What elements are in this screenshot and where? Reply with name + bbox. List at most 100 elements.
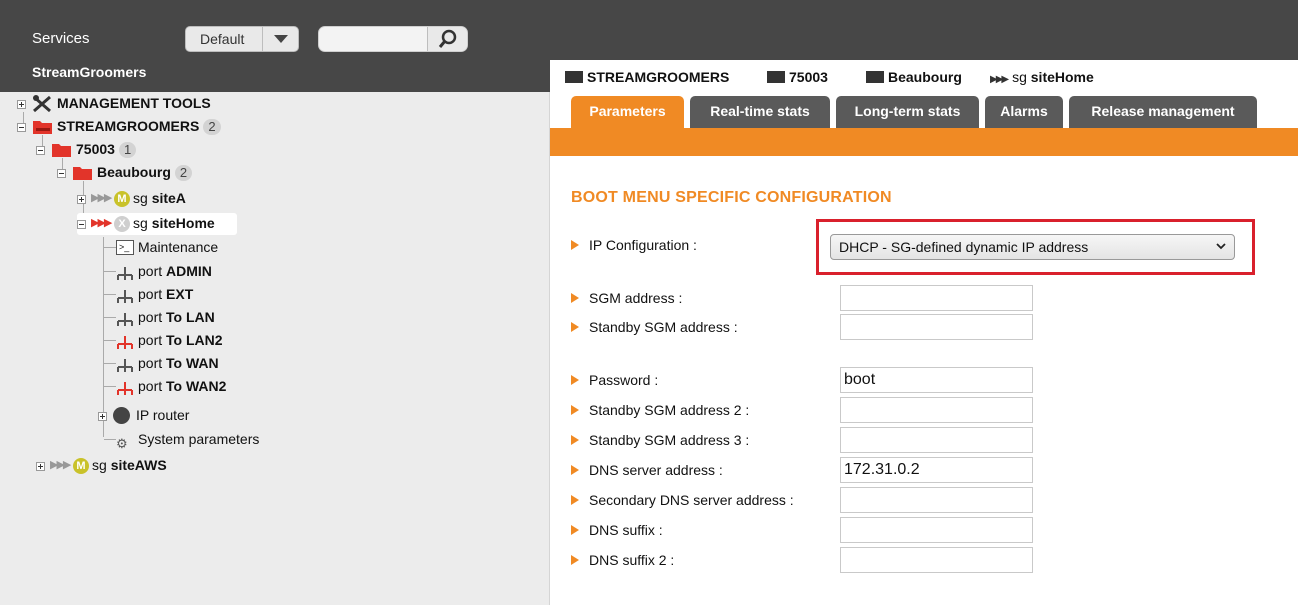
triple-chevron-icon: ▶▶▶ [91, 217, 112, 229]
tab-bar: Parameters Real-time stats Long-term sta… [550, 92, 1298, 128]
tree-connector [104, 271, 116, 272]
standby-sgm-address-2-label: Standby SGM address 2 : [571, 402, 749, 418]
standby-sgm-address-3-label: Standby SGM address 3 : [571, 432, 749, 448]
port-icon [116, 288, 134, 311]
field-label-text: DNS suffix : [589, 522, 663, 538]
tree-item-prefix: sg [133, 190, 148, 206]
search-box[interactable] [318, 26, 468, 52]
breadcrumb-item[interactable]: ▶▶▶ sg siteHome [990, 69, 1094, 85]
tree-connector [104, 363, 116, 364]
sgm-address-label: SGM address : [571, 290, 682, 306]
field-label-text: IP Configuration : [589, 237, 697, 253]
dns-suffix-label: DNS suffix : [571, 522, 663, 538]
standby-sgm-address-3-input[interactable] [840, 427, 1033, 453]
breadcrumb-label: STREAMGROOMERS [587, 69, 730, 85]
expand-icon[interactable] [98, 412, 107, 421]
collapse-icon[interactable] [77, 220, 86, 229]
search-input[interactable] [325, 29, 425, 49]
breadcrumb-label: Beaubourg [888, 69, 962, 85]
breadcrumb-item[interactable]: STREAMGROOMERS [565, 69, 729, 85]
field-label-text: Standby SGM address 2 : [589, 402, 750, 418]
bullet-arrow-icon [571, 375, 579, 385]
folder-open-icon [32, 119, 54, 142]
standby-sgm-address-input[interactable] [840, 314, 1033, 340]
folder-icon [767, 71, 785, 83]
expand-icon[interactable] [36, 462, 45, 471]
field-label-text: SGM address : [589, 290, 683, 306]
breadcrumb-prefix: sg [1012, 69, 1027, 85]
tree-item-label: To WAN2 [166, 378, 227, 394]
search-icon [438, 29, 457, 48]
tab-long-term-stats[interactable]: Long-term stats [836, 96, 979, 128]
port-icon [116, 265, 134, 288]
dns-server-address-label: DNS server address : [571, 462, 723, 478]
tree-item-label: IP router [136, 407, 190, 423]
field-label-text: Secondary DNS server address : [589, 492, 794, 508]
secondary-dns-server-address-input[interactable] [840, 487, 1033, 513]
tree-connector [104, 317, 116, 318]
secondary-dns-server-address-label: Secondary DNS server address : [571, 492, 794, 508]
port-icon [116, 357, 134, 380]
bullet-arrow-icon [571, 495, 579, 505]
tree-item-prefix: port [138, 378, 163, 394]
tree-item-label: Maintenance [138, 239, 219, 255]
tree-item-label: To LAN [166, 309, 215, 325]
tree-item-prefix: port [138, 355, 163, 371]
collapse-icon[interactable] [57, 169, 66, 178]
breadcrumb-item[interactable]: Beaubourg [866, 69, 962, 85]
collapse-icon[interactable] [36, 146, 45, 155]
tree-connector [104, 386, 116, 387]
bullet-arrow-icon [571, 322, 579, 332]
dns-suffix-2-label: DNS suffix 2 : [571, 552, 674, 568]
tree-item-label: MANAGEMENT TOOLS [57, 95, 211, 111]
breadcrumb-item[interactable]: 75003 [767, 69, 828, 85]
tab-release-management[interactable]: Release management [1069, 96, 1257, 128]
dns-server-address-input[interactable] [840, 457, 1033, 483]
expand-icon[interactable] [17, 100, 26, 109]
port-error-icon [116, 380, 134, 403]
dns-suffix-input[interactable] [840, 517, 1033, 543]
tree-item-prefix: sg [92, 457, 107, 473]
services-label[interactable]: Services [32, 30, 90, 47]
tree-item-label: siteAWS [110, 457, 167, 473]
field-label-text: DNS suffix 2 : [589, 552, 675, 568]
dns-suffix-2-input[interactable] [840, 547, 1033, 573]
tree-item-prefix: port [138, 286, 163, 302]
tree-connector [104, 247, 116, 248]
tab-content-header-bar [550, 128, 1298, 156]
folder-icon [866, 71, 884, 83]
highlight-box [816, 219, 1255, 275]
standby-sgm-address-label: Standby SGM address : [571, 319, 738, 335]
app-name: StreamGroomers [32, 64, 147, 80]
bullet-arrow-icon [571, 435, 579, 445]
expand-icon[interactable] [77, 195, 86, 204]
bullet-arrow-icon [571, 293, 579, 303]
tab-alarms[interactable]: Alarms [985, 96, 1063, 128]
bullet-arrow-icon [571, 555, 579, 565]
profile-dropdown[interactable]: Default [185, 26, 299, 52]
tree-item-label: EXT [166, 286, 194, 302]
breadcrumb-label: 75003 [789, 69, 828, 85]
bullet-arrow-icon [571, 465, 579, 475]
standby-sgm-address-2-input[interactable] [840, 397, 1033, 423]
port-error-icon [116, 334, 134, 357]
sgm-address-input[interactable] [840, 285, 1033, 311]
site-status-icon: X [114, 216, 130, 232]
tab-parameters[interactable]: Parameters [571, 96, 684, 128]
collapse-icon[interactable] [17, 123, 26, 132]
breadcrumb: STREAMGROOMERS 75003 Beaubourg ▶▶▶ sg sit… [550, 60, 1298, 92]
field-label-text: Password : [589, 372, 659, 388]
dropdown-arrow-button[interactable] [262, 27, 298, 51]
password-input[interactable] [840, 367, 1033, 393]
port-icon [116, 311, 134, 334]
triple-chevron-icon: ▶▶▶ [91, 192, 112, 204]
search-button[interactable] [427, 27, 467, 51]
tab-real-time-stats[interactable]: Real-time stats [690, 96, 830, 128]
tree-item-label: To LAN2 [166, 332, 223, 348]
tree-item-label: Beaubourg [97, 164, 171, 180]
field-label-text: Standby SGM address : [589, 319, 738, 335]
breadcrumb-label: siteHome [1030, 69, 1094, 85]
ip-configuration-label: IP Configuration : [571, 237, 697, 253]
profile-dropdown-value: Default [200, 31, 245, 47]
bullet-arrow-icon [571, 405, 579, 415]
